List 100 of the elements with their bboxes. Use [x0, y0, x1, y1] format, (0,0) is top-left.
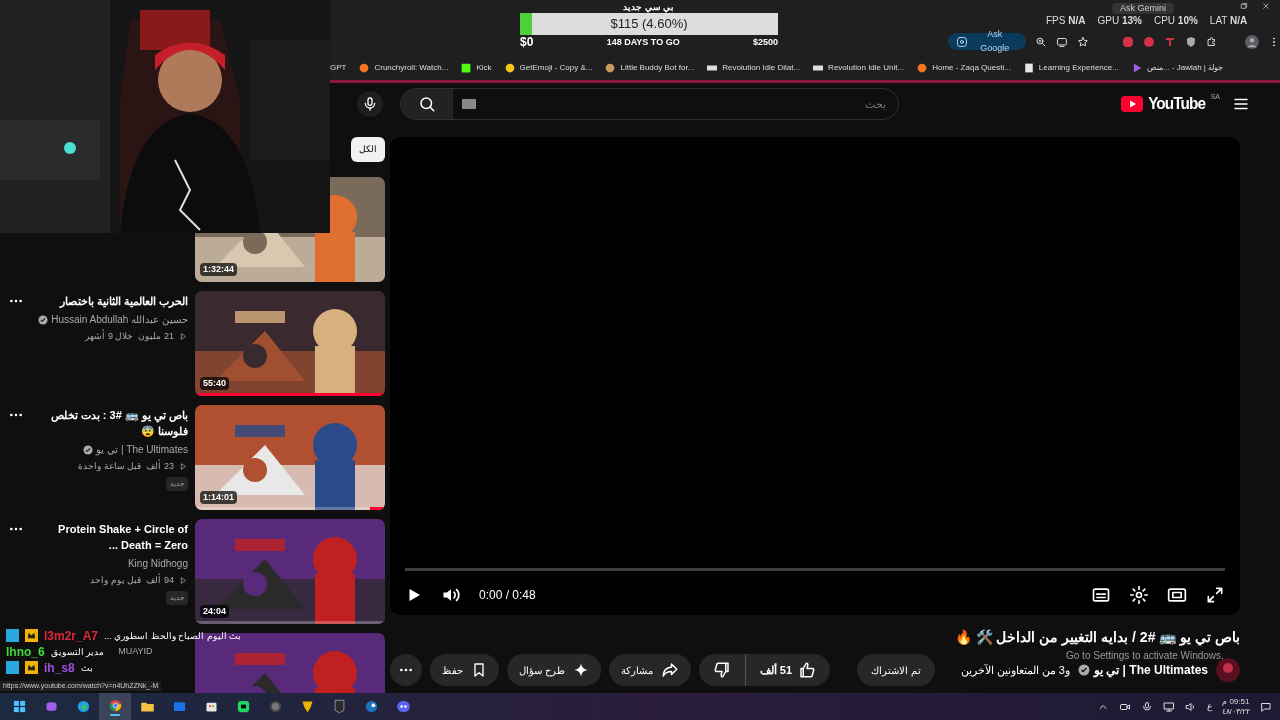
- verified-icon: [1077, 664, 1090, 676]
- app-icon: [75, 699, 91, 714]
- days-left: 148 DAYS TO GO: [606, 36, 680, 49]
- bookmark[interactable]: Learning Experience...: [1023, 62, 1119, 74]
- play-small-icon: [179, 462, 188, 472]
- zoom-icon: [1034, 35, 1047, 48]
- bookmark[interactable]: Little Buddy Bot for...: [605, 62, 695, 74]
- settings-icon: [1129, 585, 1149, 605]
- video-title[interactable]: باص تي يو 🚌 #3 : بدت تخلص فلوسنا 😨: [30, 407, 188, 439]
- app-icon: [235, 699, 251, 714]
- upload-age: خلال 9 أشهر: [85, 330, 134, 343]
- bookmark-icon: [813, 63, 824, 73]
- fullscreen-icon: [1205, 585, 1225, 605]
- app-icon: [363, 699, 379, 714]
- video-title[interactable]: الحرب العالمية الثانية باختصار: [30, 293, 188, 309]
- lens-icon: [956, 35, 968, 48]
- clock[interactable]: 09:51 م ٤٨/٠٣/٢٢: [1221, 696, 1250, 717]
- chat-username: Ihno_6: [6, 644, 45, 659]
- notification-icon: [1260, 700, 1272, 713]
- app-icon: [11, 699, 27, 714]
- bookmark-icon: [359, 63, 370, 73]
- bookmark-icon: [707, 63, 718, 73]
- search-icon: [418, 95, 436, 113]
- app-icon: [107, 697, 123, 713]
- like-button[interactable]: 51 ألف: [745, 654, 831, 686]
- bookmark[interactable]: Home - Zaqa Questi...: [917, 62, 1011, 74]
- gemini-button[interactable]: Ask Gemini: [1112, 3, 1174, 14]
- bookmark[interactable]: Kick: [461, 62, 492, 74]
- ask-button[interactable]: طرح سؤال: [507, 654, 601, 686]
- chat-message: مدير التسويق: [50, 645, 105, 658]
- play-small-icon: [179, 332, 188, 342]
- subtitles-icon: [1091, 585, 1111, 605]
- play-small-icon: [179, 576, 188, 586]
- video-player[interactable]: 0:00 / 0:48: [390, 137, 1240, 615]
- filter-chip[interactable]: الكل: [351, 137, 385, 162]
- bookmark[interactable]: Crunchyroll: Watch...: [359, 62, 449, 74]
- close-icon: [1262, 2, 1270, 10]
- bookmark[interactable]: Revolution Idle Unit...: [813, 62, 905, 74]
- language-indicator[interactable]: ع: [1206, 699, 1212, 714]
- share-icon: [660, 661, 679, 679]
- activation-notice: Go to Settings to activate Windows.: [1066, 649, 1224, 663]
- search-input[interactable]: بحث: [476, 95, 898, 113]
- mic-icon: [1140, 700, 1153, 713]
- video-thumbnail[interactable]: 55:40: [195, 291, 385, 396]
- chat-message: بث اليوم الصباح والحظ اسطوري ...: [104, 629, 242, 642]
- bookmark[interactable]: منص... - Jawlah | جولة: [1131, 62, 1224, 74]
- app-icon: [267, 699, 283, 714]
- save-button[interactable]: حفظ: [430, 654, 499, 686]
- view-count: 21 مليون: [138, 330, 174, 343]
- goal-title: بي سي جديد: [623, 2, 675, 13]
- mic-button[interactable]: [357, 91, 383, 117]
- collaborators-text: و3 من المتعاونين الآخرين: [960, 662, 1070, 679]
- upload-age: قبل يوم واحد: [90, 574, 142, 587]
- stat-reading: GPU 13%: [1097, 14, 1142, 28]
- bookmark-icon: [1023, 63, 1034, 73]
- bookmark-icon: [461, 63, 472, 73]
- bookmark[interactable]: GPT: [330, 62, 347, 74]
- bookmark-icon: [605, 63, 616, 73]
- thumbs-up-icon: [798, 661, 817, 679]
- bookmark[interactable]: Revolution Idle Dilat...: [707, 62, 801, 74]
- progress-track[interactable]: [405, 568, 1225, 571]
- share-button[interactable]: مشاركة: [608, 654, 691, 686]
- chat-message: بث: [80, 661, 93, 674]
- channel-name: King Nidhogg: [127, 557, 188, 571]
- channel-name: حسين عبدالله Hussain Abdullah: [51, 313, 188, 327]
- bookmark-icon: [504, 63, 515, 73]
- app-icon: [171, 699, 187, 714]
- video-title: باص تي يو 🚌 #2 / بدايه التغيير من الداخل 🛠 🔥: [954, 628, 1240, 648]
- verified-icon: [83, 444, 94, 455]
- bookmark-icon: [1131, 63, 1142, 73]
- avatar-icon[interactable]: [1245, 34, 1260, 49]
- badge-icon: [6, 661, 19, 674]
- app-icon: [331, 699, 347, 714]
- chat-username: ih_s8: [44, 660, 75, 675]
- view-count: 94 ألف: [146, 574, 174, 587]
- video-thumbnail[interactable]: 1:14:01: [195, 405, 385, 510]
- bookmark-icon: [471, 662, 487, 678]
- upload-age: قبل ساعة واحدة: [78, 460, 142, 473]
- puzzle-icon: [1205, 35, 1218, 48]
- star-icon: [1076, 35, 1089, 48]
- network-icon: [1162, 700, 1175, 713]
- goal-amount: $115 (4.60%): [610, 15, 688, 34]
- stat-reading: LAT N/A: [1209, 14, 1248, 28]
- channel-name: The Ultimates | تي يو: [96, 443, 188, 457]
- badge-icon: [6, 629, 19, 642]
- speaker-icon: [1184, 700, 1197, 713]
- shield-icon[interactable]: [1184, 35, 1197, 48]
- channel-avatar[interactable]: [1216, 658, 1240, 682]
- thumbs-down-icon: [712, 661, 731, 679]
- play-logo-icon: [1121, 96, 1144, 112]
- taskbar-app[interactable]: [99, 693, 131, 720]
- crown-icon: [25, 629, 38, 642]
- video-title[interactable]: Protein Shake + Circle of Death = Zero ...: [30, 521, 188, 553]
- video-thumbnail[interactable]: 24:04: [195, 519, 385, 624]
- subscribed-button[interactable]: تم الاشتراك: [856, 654, 935, 686]
- goal-target: $2500: [752, 36, 778, 49]
- stat-reading: CPU 10%: [1153, 14, 1198, 28]
- bookmark[interactable]: GetEmoji - Copy &...: [504, 62, 593, 74]
- cast-icon: [1055, 35, 1068, 48]
- stat-reading: FPS N/A: [1046, 14, 1086, 28]
